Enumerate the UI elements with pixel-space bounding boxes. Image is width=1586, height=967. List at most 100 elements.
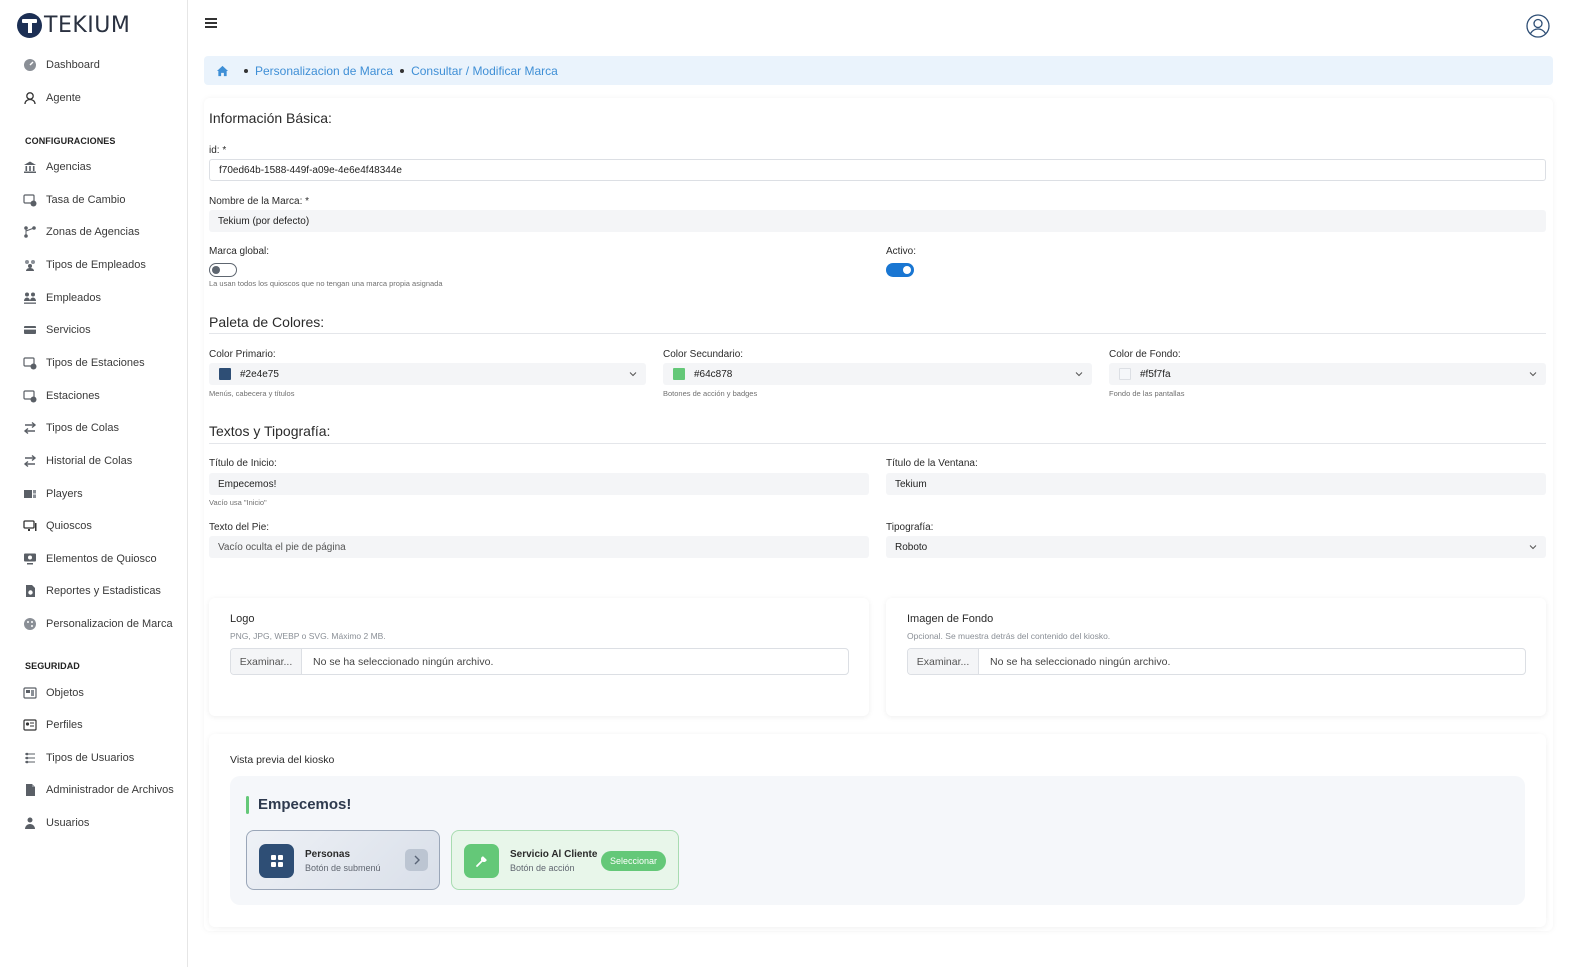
sidebar-item-label: Tipos de Empleados — [46, 258, 146, 271]
section-header-seguridad: SEGURIDAD — [25, 661, 80, 671]
secondary-color-value: #64c878 — [694, 368, 733, 380]
secondary-color-select[interactable]: #64c878 — [663, 363, 1092, 385]
sidebar-item-tipos-de-colas[interactable]: Tipos de Colas — [22, 418, 119, 438]
sidebar-item-perfiles[interactable]: Perfiles — [22, 715, 83, 735]
kiosk-title-accent — [246, 796, 249, 814]
user-account-icon[interactable] — [1526, 14, 1550, 38]
breadcrumb: Personalizacion de Marca Consultar / Mod… — [204, 56, 1553, 85]
background-image-file-input[interactable]: Examinar... No se ha seleccionado ningún… — [907, 648, 1526, 675]
palette-divider — [209, 333, 1546, 334]
sidebar-item-usuarios[interactable]: Usuarios — [22, 813, 89, 833]
primary-color-select[interactable]: #2e4e75 — [209, 363, 646, 385]
employees-icon — [22, 291, 37, 305]
sidebar-item-reportes-y-estadisticas[interactable]: Reportes y Estadisticas — [22, 581, 161, 601]
sidebar-item-quioscos[interactable]: Quioscos — [22, 516, 92, 536]
background-color-hint: Fondo de las pantallas — [1109, 389, 1185, 398]
breadcrumb-edit-brand[interactable]: Consultar / Modificar Marca — [411, 64, 558, 78]
palette-icon — [22, 617, 37, 631]
active-toggle[interactable] — [886, 263, 914, 277]
background-color-value: #f5f7fa — [1140, 368, 1171, 380]
sidebar-item-label: Dashboard — [46, 59, 100, 71]
sidebar-item-label: Perfiles — [46, 719, 83, 732]
chevron-down-icon — [1075, 372, 1083, 377]
brand-name-value: Tekium (por defecto) — [218, 215, 310, 227]
sidebar-item-estaciones[interactable]: Estaciones — [22, 386, 100, 406]
secondary-color-label: Color Secundario: — [663, 349, 744, 360]
id-input[interactable]: f70ed64b-1588-449f-a09e-4e6e4f48344e — [209, 159, 1546, 181]
global-brand-toggle[interactable] — [209, 263, 237, 277]
home-title-input[interactable]: Empecemos! — [209, 473, 869, 495]
active-label: Activo: — [886, 246, 917, 257]
breadcrumb-separator — [400, 68, 405, 73]
chevron-down-icon — [1529, 372, 1537, 377]
texts-divider — [209, 443, 1546, 444]
primary-color-hint: Menús, cabecera y títulos — [209, 389, 295, 398]
menu-toggle-icon[interactable] — [205, 18, 217, 30]
kiosk-preview-title: Empecemos! — [258, 796, 352, 813]
global-brand-label: Marca global: — [209, 246, 270, 257]
secondary-color-swatch — [673, 368, 685, 380]
sidebar-item-agencias[interactable]: Agencias — [22, 157, 91, 177]
chevron-down-icon — [1529, 545, 1537, 550]
objects-icon — [22, 686, 37, 700]
logo-file-status: No se ha seleccionado ningún archivo. — [313, 655, 494, 668]
exchange-icon — [22, 193, 37, 207]
background-color-select[interactable]: #f5f7fa — [1109, 363, 1546, 385]
sidebar-item-servicios[interactable]: Servicios — [22, 320, 91, 340]
background-image-browse-button[interactable]: Examinar... — [908, 649, 979, 674]
user-agent-icon — [22, 91, 37, 105]
background-image-hint: Opcional. Se muestra detrás del contenid… — [907, 631, 1111, 641]
background-color-swatch — [1119, 368, 1131, 380]
sidebar-item-dashboard[interactable]: Dashboard — [22, 55, 100, 75]
kiosk-submenu-button[interactable]: Personas Botón de submenú — [246, 830, 440, 890]
sidebar-item-objetos[interactable]: Objetos — [22, 683, 84, 703]
sidebar-item-label: Elementos de Quiosco — [46, 552, 157, 565]
sidebar-item-personalizacion-de-marca[interactable]: Personalizacion de Marca — [22, 614, 173, 634]
logo-file-input[interactable]: Examinar... No se ha seleccionado ningún… — [230, 648, 849, 675]
sidebar-item-label: Servicios — [46, 324, 91, 337]
sidebar-item-agente[interactable]: Agente — [22, 88, 81, 108]
sidebar-item-administrador-de-archivos[interactable]: Administrador de Archivos — [22, 780, 174, 800]
kiosk-action-subtitle: Botón de acción — [510, 863, 575, 873]
sidebar-item-label: Usuarios — [46, 816, 90, 829]
sidebar-item-label: Quioscos — [46, 520, 92, 533]
sidebar-item-empleados[interactable]: Empleados — [22, 288, 101, 308]
tekium-logo[interactable]: TEKIUM — [17, 12, 130, 38]
palette-title: Paleta de Colores: — [209, 314, 325, 330]
logo-browse-button[interactable]: Examinar... — [231, 649, 302, 674]
primary-color-value: #2e4e75 — [240, 368, 279, 380]
logo-title: Logo — [230, 613, 255, 625]
footer-text-input[interactable]: Vacío oculta el pie de página — [209, 536, 869, 558]
sidebar-item-elementos-de-quiosco[interactable]: Elementos de Quiosco — [22, 549, 157, 569]
breadcrumb-separator — [244, 68, 248, 73]
secondary-color-hint: Botones de acción y badges — [663, 389, 758, 398]
sidebar-item-tipos-de-empleados[interactable]: Tipos de Empleados — [22, 255, 146, 275]
chevron-right-icon — [405, 849, 428, 871]
breadcrumb-brand-customization[interactable]: Personalizacion de Marca — [255, 64, 393, 78]
report-icon — [22, 584, 37, 598]
sidebar-item-players[interactable]: Players — [22, 484, 83, 504]
sidebar-item-zonas-de-agencias[interactable]: Zonas de Agencias — [22, 222, 140, 242]
sidebar-item-tasa-de-cambio[interactable]: Tasa de Cambio — [22, 190, 126, 210]
sidebar: TEKIUM Dashboard Agente CONFIGURACIONES Age… — [0, 0, 188, 967]
sidebar-item-label: Administrador de Archivos — [46, 784, 174, 797]
queue-history-icon — [22, 454, 37, 468]
window-title-input[interactable]: Tekium — [886, 473, 1546, 495]
font-label: Tipografía: — [886, 522, 934, 533]
sidebar-item-historial-de-colas[interactable]: Historial de Colas — [22, 451, 132, 471]
primary-color-label: Color Primario: — [209, 349, 276, 360]
kiosk-action-button[interactable]: Servicio Al Cliente Botón de acción Sele… — [451, 830, 679, 890]
kiosk-select-button[interactable]: Seleccionar — [601, 851, 666, 871]
tekium-logo-mark-icon — [17, 12, 42, 38]
texts-title: Textos y Tipografía: — [209, 423, 331, 439]
brand-name-input[interactable]: Tekium (por defecto) — [209, 210, 1546, 232]
sidebar-item-tipos-de-usuarios[interactable]: Tipos de Usuarios — [22, 748, 134, 768]
font-select[interactable]: Roboto — [886, 536, 1546, 558]
primary-color-swatch — [219, 368, 231, 380]
sidebar-item-label: Empleados — [46, 291, 102, 304]
sidebar-item-tipos-de-estaciones[interactable]: Tipos de Estaciones — [22, 353, 145, 373]
sidebar-item-label: Estaciones — [46, 389, 100, 402]
wrench-icon — [464, 844, 499, 878]
home-icon[interactable] — [216, 65, 229, 77]
sidebar-item-label: Personalizacion de Marca — [46, 618, 173, 631]
